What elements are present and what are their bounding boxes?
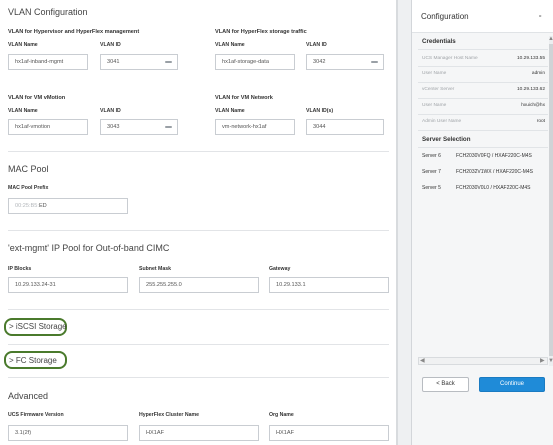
cluster-name-input[interactable]: HX1AF bbox=[139, 425, 259, 441]
vlan-vmnet-id-input[interactable]: 3044 bbox=[306, 119, 384, 135]
mac-pool-prefix-label: MAC Pool Prefix bbox=[8, 185, 49, 191]
server-name: Server 6 bbox=[422, 153, 441, 159]
row-divider bbox=[418, 130, 548, 131]
panel-gutter bbox=[398, 0, 411, 445]
gateway-input[interactable]: 10.29.133.1 bbox=[269, 277, 389, 293]
credential-label: User Name bbox=[422, 71, 447, 76]
server-name: Server 7 bbox=[422, 169, 441, 175]
vlan-vmotion-id-label: VLAN ID bbox=[100, 108, 121, 114]
ucs-firmware-input[interactable]: 3.1(2f) bbox=[8, 425, 128, 441]
vlan-vmnet-group-title: VLAN for VM Network bbox=[215, 95, 273, 101]
row-divider bbox=[418, 49, 548, 50]
credential-value: root bbox=[536, 119, 545, 124]
credential-label: UCS Manager Host Name bbox=[422, 56, 478, 61]
server-id: FCH2030V0FQ / HXAF220C-M4S bbox=[456, 153, 532, 159]
credential-value: hxuich@hx bbox=[521, 103, 545, 108]
section-divider bbox=[8, 309, 389, 310]
scroll-left-icon[interactable]: ◀ bbox=[420, 357, 425, 364]
ip-blocks-label: IP Blocks bbox=[8, 266, 32, 272]
row-divider bbox=[418, 147, 548, 148]
stepper-icon[interactable] bbox=[165, 126, 172, 128]
vlan-mgmt-name-label: VLAN Name bbox=[8, 42, 38, 48]
configuration-panel: Configuration ∘ Credentials UCS Manager … bbox=[411, 0, 553, 445]
credential-value: admin bbox=[531, 71, 545, 76]
section-divider bbox=[8, 230, 389, 231]
vlan-vmotion-name-label: VLAN Name bbox=[8, 108, 38, 114]
server-name: Server 5 bbox=[422, 185, 441, 191]
advanced-title: Advanced bbox=[8, 391, 49, 401]
vlan-storage-group-title: VLAN for HyperFlex storage traffic bbox=[215, 29, 307, 35]
vlan-mgmt-group-title: VLAN for Hypervisor and HyperFlex manage… bbox=[8, 29, 140, 35]
credential-label: vCenter Server bbox=[422, 87, 455, 92]
main-form: VLAN Configuration VLAN for Hypervisor a… bbox=[0, 0, 398, 445]
mac-pool-title: MAC Pool bbox=[8, 164, 49, 174]
subnet-mask-input[interactable]: 255.255.255.0 bbox=[139, 277, 259, 293]
panel-scrollbar-thumb[interactable] bbox=[549, 44, 553, 356]
vlan-storage-name-label: VLAN Name bbox=[215, 42, 245, 48]
cluster-name-label: HyperFlex Cluster Name bbox=[139, 412, 199, 418]
ip-blocks-input[interactable]: 10.29.133.24-31 bbox=[8, 277, 128, 293]
vlan-storage-name-input[interactable]: hx1af-storage-data bbox=[215, 54, 295, 70]
server-id: FCH2032V1WX / HXAF220C-M4S bbox=[456, 169, 533, 175]
mac-pool-prefix-fixed: 00:25:B5: bbox=[15, 203, 39, 209]
vlan-vmotion-group-title: VLAN for VM vMotion bbox=[8, 95, 66, 101]
mac-pool-prefix-value: ED bbox=[38, 203, 47, 209]
stepper-icon[interactable] bbox=[165, 61, 172, 63]
scroll-up-icon[interactable]: ▲ bbox=[548, 36, 553, 42]
pin-icon[interactable]: ∘ bbox=[538, 12, 542, 20]
credentials-title: Credentials bbox=[422, 38, 456, 45]
continue-button[interactable]: Continue bbox=[479, 377, 545, 392]
row-divider bbox=[418, 114, 548, 115]
scroll-down-icon[interactable]: ▼ bbox=[548, 358, 553, 364]
row-divider bbox=[418, 82, 548, 83]
vlan-vmnet-id-label: VLAN ID(s) bbox=[306, 108, 334, 114]
vlan-vmnet-name-label: VLAN Name bbox=[215, 108, 245, 114]
vlan-config-title: VLAN Configuration bbox=[8, 7, 88, 17]
vlan-mgmt-name-input[interactable]: hx1af-inband-mgmt bbox=[8, 54, 88, 70]
section-divider bbox=[8, 151, 389, 152]
panel-title: Configuration bbox=[421, 12, 469, 21]
credential-label: Admin User Name bbox=[422, 119, 462, 124]
server-selection-title: Server Selection bbox=[422, 136, 471, 143]
fc-storage-toggle[interactable]: > FC Storage bbox=[9, 356, 57, 365]
back-button[interactable]: < Back bbox=[422, 377, 469, 392]
ip-pool-title: 'ext-mgmt' IP Pool for Out-of-band CIMC bbox=[8, 243, 170, 253]
ucs-firmware-label: UCS Firmware Version bbox=[8, 412, 64, 418]
row-divider bbox=[418, 98, 548, 99]
vlan-vmnet-name-input[interactable]: vm-network-hx1af bbox=[215, 119, 295, 135]
vlan-storage-id-label: VLAN ID bbox=[306, 42, 327, 48]
server-id: FCH2030V0L0 / HXAF220C-M4S bbox=[456, 185, 531, 191]
section-divider bbox=[8, 377, 389, 378]
section-divider bbox=[8, 344, 389, 345]
subnet-mask-label: Subnet Mask bbox=[139, 266, 171, 272]
org-name-input[interactable]: HX1AF bbox=[269, 425, 389, 441]
panel-horizontal-scrollbar[interactable] bbox=[418, 357, 548, 365]
iscsi-storage-toggle[interactable]: > iSCSI Storage bbox=[9, 322, 67, 331]
mac-pool-prefix-input[interactable]: 00:25:B5:ED bbox=[8, 198, 128, 214]
credential-value: 10.29.133.55 bbox=[516, 56, 545, 61]
org-name-label: Org Name bbox=[269, 412, 294, 418]
vlan-mgmt-id-label: VLAN ID bbox=[100, 42, 121, 48]
panel-header: Configuration ∘ bbox=[412, 0, 553, 33]
gateway-label: Gateway bbox=[269, 266, 291, 272]
vlan-vmotion-name-input[interactable]: hx1af-vmotion bbox=[8, 119, 88, 135]
row-divider bbox=[418, 66, 548, 67]
credential-value: 10.29.133.62 bbox=[516, 87, 545, 92]
credential-label: User Name bbox=[422, 103, 447, 108]
stepper-icon[interactable] bbox=[371, 61, 378, 63]
scroll-right-icon[interactable]: ▶ bbox=[540, 357, 545, 364]
